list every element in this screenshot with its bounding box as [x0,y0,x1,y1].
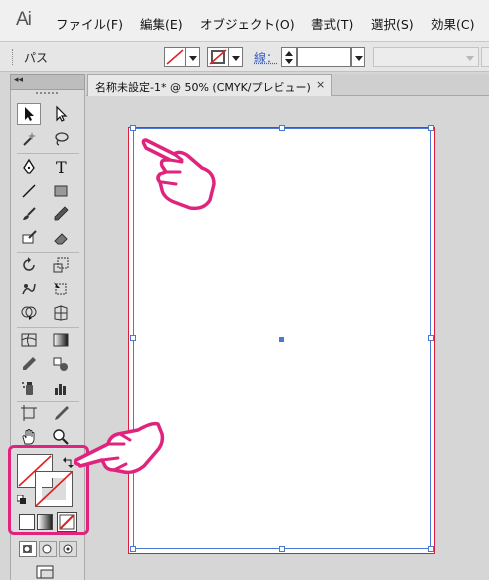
slice-icon[interactable] [49,402,73,424]
document-tab-bar: 名称未設定-1* @ 50% (CMYK/プレビュー) × [86,74,489,96]
resize-handle[interactable] [130,546,136,552]
warp-icon[interactable] [17,278,41,300]
eraser-icon[interactable] [49,227,73,249]
menu-edit[interactable]: 編集(E) [140,14,183,33]
draw-normal-button[interactable] [19,541,37,557]
panel-grip[interactable] [36,92,58,94]
pencil-icon[interactable] [49,203,73,225]
stroke-weight-spinner[interactable] [281,47,297,67]
control-bar: パス 線： [0,42,489,72]
tool-separator [17,327,79,328]
menu-object[interactable]: オブジェクト(O) [200,14,295,33]
menu-bar: Ai ファイル(F) 編集(E) オブジェクト(O) 書式(T) 選択(S) 効… [0,0,489,42]
document-tab[interactable]: 名称未設定-1* @ 50% (CMYK/プレビュー) × [87,74,332,96]
symbol-sprayer-icon[interactable] [17,377,41,399]
draw-behind-button[interactable] [39,541,57,557]
pen-icon[interactable] [17,156,41,178]
stroke-weight-field[interactable] [297,47,351,67]
resize-handle[interactable] [428,125,434,131]
rotate-icon[interactable] [17,254,41,276]
perspective-grid-icon[interactable] [49,302,73,324]
stroke-dropdown[interactable] [229,47,243,67]
stroke-swatch-button[interactable] [207,47,229,67]
blob-brush-icon[interactable] [17,227,41,249]
resize-handle[interactable] [428,546,434,552]
document-tab-title: 名称未設定-1* @ 50% (CMYK/プレビュー) [95,79,311,95]
menu-file[interactable]: ファイル(F) [56,14,123,33]
type-icon[interactable]: T [49,156,73,178]
graph-icon[interactable] [49,377,73,399]
line-icon[interactable] [17,180,41,202]
resize-handle[interactable] [279,546,285,552]
variable-width-dropdown [373,47,479,67]
tools-panel-header[interactable]: ◂◂ [10,74,85,90]
scale-icon[interactable] [49,254,73,276]
resize-handle[interactable] [428,335,434,341]
brush-dropdown [481,47,489,67]
pointing-hand-icon [74,420,166,476]
resize-handle[interactable] [130,125,136,131]
tool-separator [17,252,79,253]
menu-effect[interactable]: 効果(C) [431,14,474,33]
rectangle-icon[interactable] [49,180,73,202]
lasso-icon[interactable] [49,128,73,150]
screen-mode-icon[interactable] [35,564,57,580]
menu-select[interactable]: 選択(S) [371,14,414,33]
resize-handle[interactable] [279,125,285,131]
menu-type[interactable]: 書式(T) [311,14,353,33]
draw-inside-button[interactable] [59,541,77,557]
stroke-weight-dropdown[interactable] [351,47,365,67]
blend-icon[interactable] [49,353,73,375]
app-logo: Ai [16,9,31,31]
resize-handle[interactable] [130,335,136,341]
none-stroke-icon [208,48,228,66]
artboard-icon[interactable] [17,402,41,424]
magic-wand-icon[interactable] [17,128,41,150]
gradient-icon[interactable] [49,329,73,351]
center-point [279,337,284,342]
svg-text:T: T [56,158,67,176]
close-icon[interactable]: × [316,78,325,91]
shape-builder-icon[interactable] [17,302,41,324]
control-bar-grip[interactable] [12,49,15,65]
stroke-label-link[interactable]: 線： [254,49,278,66]
free-transform-icon[interactable] [49,278,73,300]
object-type-label: パス [24,49,48,66]
none-fill-icon [165,48,185,66]
selection-tool-icon[interactable] [17,103,41,125]
pointing-hand-icon [140,138,220,214]
collapse-panel-icon[interactable]: ◂◂ [14,75,23,85]
paintbrush-icon[interactable] [17,203,41,225]
mesh-icon[interactable] [17,329,41,351]
direct-selection-tool-icon[interactable] [49,103,73,125]
fill-dropdown[interactable] [186,47,200,67]
fill-swatch-button[interactable] [164,47,186,67]
eyedropper-icon[interactable] [17,353,41,375]
tool-separator [17,153,79,154]
